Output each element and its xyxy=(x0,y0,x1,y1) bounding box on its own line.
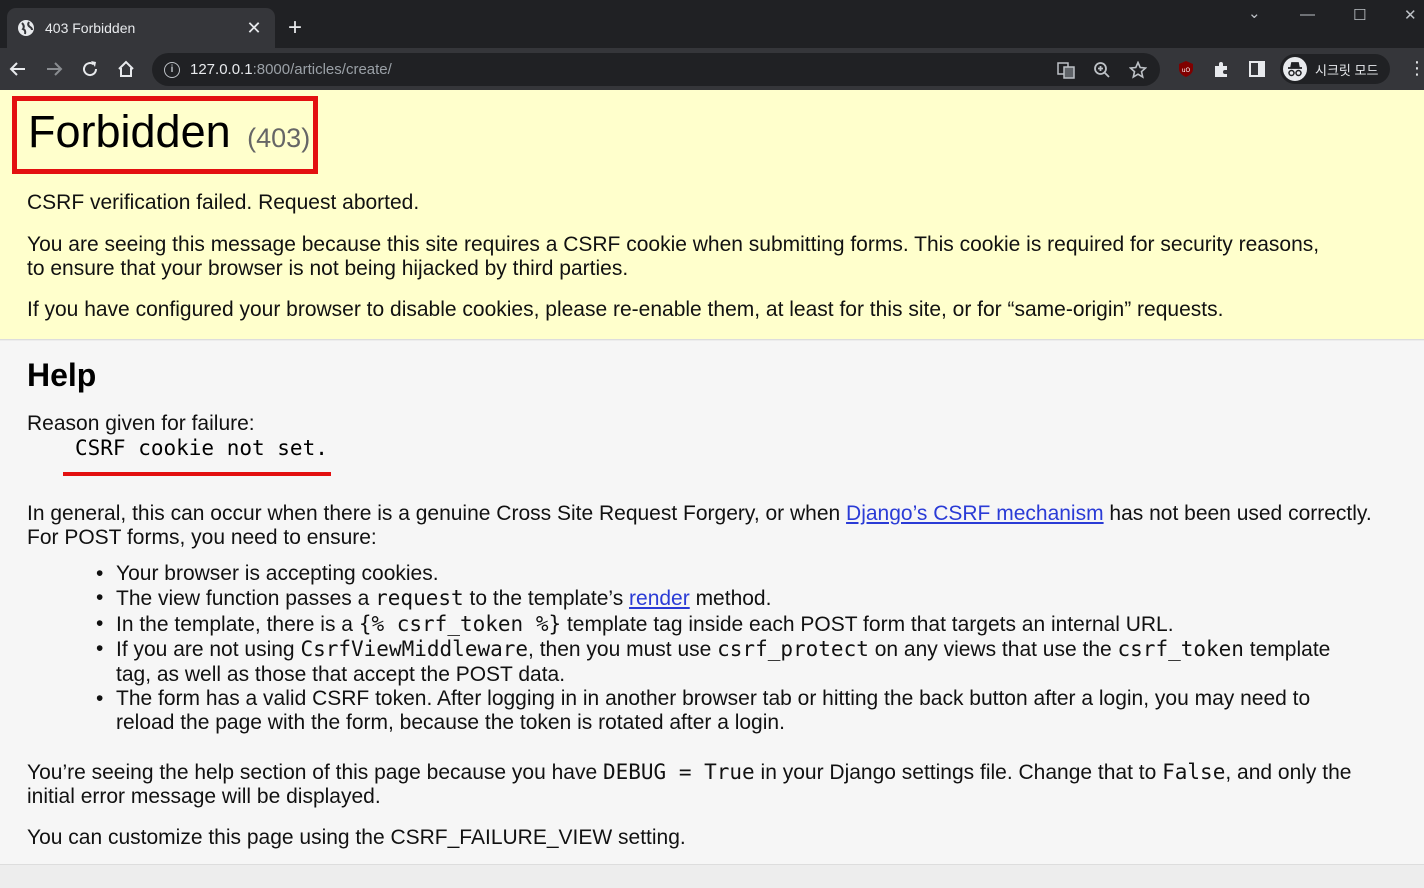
help-heading: Help xyxy=(27,357,97,393)
bookmark-star-icon[interactable] xyxy=(1129,61,1147,79)
browser-tab[interactable]: 403 Forbidden ✕ xyxy=(7,8,275,48)
requirements-list: Your browser is accepting cookies. The v… xyxy=(96,562,1336,736)
zoom-icon[interactable] xyxy=(1093,61,1111,79)
debug-note: You’re seeing the help section of this p… xyxy=(27,760,1397,809)
globe-icon xyxy=(17,19,35,37)
minimize-button[interactable]: — xyxy=(1300,6,1315,23)
new-tab-button[interactable]: + xyxy=(288,14,302,42)
tab-strip: 403 Forbidden ✕ + ⌄ — ☐ ✕ xyxy=(0,0,1424,48)
error-summary: Forbidden (403) CSRF verification failed… xyxy=(0,90,1424,340)
code-debug-true: DEBUG = True xyxy=(602,760,755,784)
list-item-text: Your browser is accepting cookies. xyxy=(116,562,439,585)
code-csrf-token: csrf_token xyxy=(1117,637,1244,662)
list-item: The form has a valid CSRF token. After l… xyxy=(96,687,1336,736)
code-csrf-middleware: CsrfViewMiddleware xyxy=(300,637,529,662)
incognito-profile-button[interactable]: 시크릿 모드 xyxy=(1280,54,1390,84)
list-item: The view function passes a request to th… xyxy=(96,586,1336,611)
list-item: In the template, there is a {% csrf_toke… xyxy=(96,612,1336,637)
list-item-text: to the template’s xyxy=(463,587,630,611)
list-item-text: If you are not using xyxy=(116,638,301,662)
error-message: CSRF verification failed. Request aborte… xyxy=(27,191,420,214)
url-host: 127.0.0.1 xyxy=(190,61,253,78)
page-bottom-strip xyxy=(0,866,1424,888)
list-item: Your browser is accepting cookies. xyxy=(96,562,1336,587)
side-panel-icon[interactable] xyxy=(1247,59,1267,79)
extensions-puzzle-icon[interactable] xyxy=(1211,59,1231,79)
info-icon[interactable]: i xyxy=(164,61,180,78)
general-text-before: In general, this can occur when there is… xyxy=(27,502,847,525)
browser-toolbar: i 127.0.0.1:8000/articles/create/ uO 시크릿… xyxy=(0,48,1424,90)
incognito-label: 시크릿 모드 xyxy=(1315,62,1379,78)
list-item-text: The view function passes a xyxy=(116,587,376,611)
close-window-button[interactable]: ✕ xyxy=(1404,6,1417,24)
reason-underline-mark xyxy=(63,472,331,476)
forward-icon[interactable] xyxy=(42,57,66,81)
maximize-button[interactable]: ☐ xyxy=(1353,6,1366,24)
explanation-text: You are seeing this message because this… xyxy=(27,233,1320,280)
reload-icon[interactable] xyxy=(78,57,102,81)
list-item-text: The form has a valid CSRF token. After l… xyxy=(116,687,1311,735)
help-section: Help Reason given for failure: CSRF cook… xyxy=(0,341,1424,865)
list-item: If you are not using CsrfViewMiddleware,… xyxy=(96,637,1336,687)
list-item-text: method. xyxy=(689,587,772,611)
general-explanation: In general, this can occur when there is… xyxy=(27,502,1387,550)
svg-text:uO: uO xyxy=(1182,67,1191,74)
back-icon[interactable] xyxy=(6,57,30,81)
code-csrf-token-tag: {% csrf_token %} xyxy=(358,611,562,636)
csrf-docs-link[interactable]: Django’s CSRF mechanism xyxy=(846,502,1104,525)
page-title: Forbidden (403) xyxy=(28,106,310,164)
title-text: Forbidden xyxy=(28,106,231,157)
reason-code: CSRF cookie not set. xyxy=(75,436,328,460)
reason-label: Reason given for failure: xyxy=(27,412,255,435)
debug-text: in your Django settings file. Change tha… xyxy=(754,761,1163,784)
address-bar[interactable]: i 127.0.0.1:8000/articles/create/ xyxy=(152,53,1160,86)
ublock-icon[interactable]: uO xyxy=(1176,59,1196,79)
more-menu-icon[interactable]: ⋮ xyxy=(1408,58,1424,78)
customize-note: You can customize this page using the CS… xyxy=(27,826,686,849)
browser-chrome: 403 Forbidden ✕ + ⌄ — ☐ ✕ i 127.0.0.1:80… xyxy=(0,0,1424,90)
list-item-text: on any views that use the xyxy=(868,638,1118,662)
translate-icon[interactable] xyxy=(1057,61,1075,79)
tab-close-icon[interactable]: ✕ xyxy=(243,18,265,39)
status-code: (403) xyxy=(247,123,311,153)
tab-search-icon[interactable]: ⌄ xyxy=(1248,4,1261,22)
debug-text: You’re seeing the help section of this p… xyxy=(27,761,603,784)
list-item-text: , then you must use xyxy=(528,638,718,662)
url-path: :8000/articles/create/ xyxy=(252,61,392,78)
url-text: 127.0.0.1:8000/articles/create/ xyxy=(190,61,392,78)
list-item-text: In the template, there is a xyxy=(116,612,359,636)
cookies-hint-text: If you have configured your browser to d… xyxy=(27,298,1224,321)
code-csrf-protect: csrf_protect xyxy=(717,637,869,662)
render-link[interactable]: render xyxy=(629,587,690,610)
list-item-text: template tag inside each POST form that … xyxy=(561,612,1174,636)
code-request: request xyxy=(375,586,464,611)
incognito-icon xyxy=(1283,57,1307,81)
tab-title: 403 Forbidden xyxy=(45,20,136,36)
code-false: False xyxy=(1162,760,1226,784)
home-icon[interactable] xyxy=(114,57,138,81)
